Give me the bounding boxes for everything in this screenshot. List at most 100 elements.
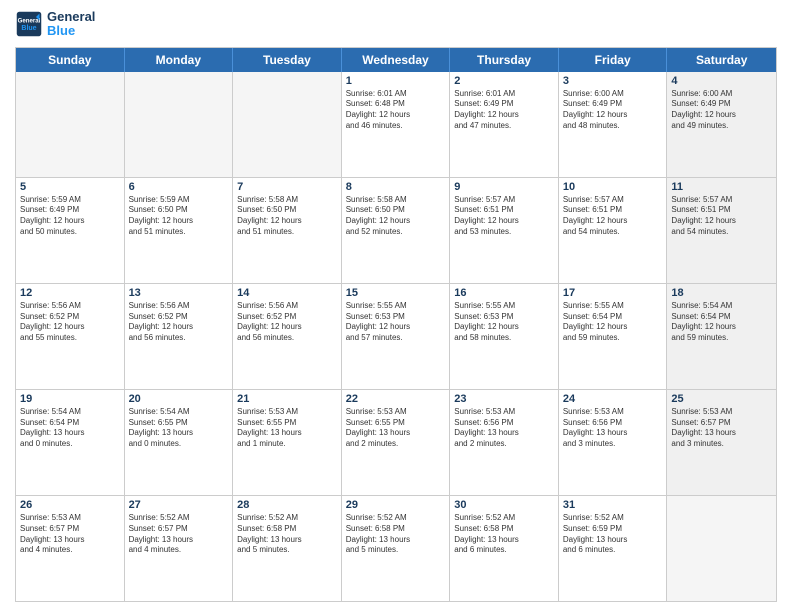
calendar-day-17: 17 Sunrise: 5:55 AM Sunset: 6:54 PM Dayli… (559, 284, 668, 389)
day-number: 15 (346, 287, 446, 299)
calendar-day-12: 12Sunrise: 5:56 AM Sunset: 6:52 PM Dayli… (16, 284, 125, 389)
day-info: Sunrise: 5:57 AM Sunset: 6:51 PM Dayligh… (671, 195, 772, 238)
day-number: 29 (346, 499, 446, 511)
calendar-day-26: 26 Sunrise: 5:53 AM Sunset: 6:57 PM Dayli… (16, 496, 125, 601)
day-number: 23 (454, 393, 554, 405)
weekday-header-monday: Monday (125, 48, 234, 72)
calendar-day-24: 24 Sunrise: 5:53 AM Sunset: 6:56 PM Dayli… (559, 390, 668, 495)
day-info: Sunrise: 5:52 AM Sunset: 6:57 PM Dayligh… (129, 513, 229, 556)
day-info: Sunrise: 5:53 AM Sunset: 6:57 PM Dayligh… (671, 407, 772, 450)
day-number: 9 (454, 181, 554, 193)
day-number: 17 (563, 287, 663, 299)
day-number: 2 (454, 75, 554, 87)
day-number: 27 (129, 499, 229, 511)
day-info: Sunrise: 5:59 AM Sunset: 6:50 PM Dayligh… (129, 195, 229, 238)
calendar-day-4: 4 Sunrise: 6:00 AM Sunset: 6:49 PM Daylig… (667, 72, 776, 177)
day-number: 30 (454, 499, 554, 511)
calendar-day-16: 16Sunrise: 5:55 AM Sunset: 6:53 PM Dayli… (450, 284, 559, 389)
day-info: Sunrise: 5:54 AM Sunset: 6:54 PM Dayligh… (671, 301, 772, 344)
calendar-day-11: 11 Sunrise: 5:57 AM Sunset: 6:51 PM Dayli… (667, 178, 776, 283)
day-number: 22 (346, 393, 446, 405)
calendar-day-1: 1 Sunrise: 6:01 AM Sunset: 6:48 PM Daylig… (342, 72, 451, 177)
svg-text:General: General (18, 18, 41, 25)
logo-line2: Blue (47, 24, 95, 38)
day-info: Sunrise: 5:59 AM Sunset: 6:49 PM Dayligh… (20, 195, 120, 238)
day-info: Sunrise: 5:55 AM Sunset: 6:54 PM Dayligh… (563, 301, 663, 344)
day-info: Sunrise: 5:56 AM Sunset: 6:52 PM Dayligh… (129, 301, 229, 344)
day-info: Sunrise: 5:55 AM Sunset: 6:53 PM Dayligh… (454, 301, 554, 344)
day-number: 25 (671, 393, 772, 405)
logo: General Blue General Blue (15, 10, 95, 39)
calendar-row-3: 19 Sunrise: 5:54 AM Sunset: 6:54 PM Dayli… (16, 389, 776, 495)
day-info: Sunrise: 5:52 AM Sunset: 6:58 PM Dayligh… (346, 513, 446, 556)
day-number: 7 (237, 181, 337, 193)
day-info: Sunrise: 5:57 AM Sunset: 6:51 PM Dayligh… (454, 195, 554, 238)
weekday-header-wednesday: Wednesday (342, 48, 451, 72)
day-number: 4 (671, 75, 772, 87)
day-info: Sunrise: 5:56 AM Sunset: 6:52 PM Dayligh… (20, 301, 120, 344)
day-info: Sunrise: 5:53 AM Sunset: 6:55 PM Dayligh… (346, 407, 446, 450)
calendar-row-0: 1 Sunrise: 6:01 AM Sunset: 6:48 PM Daylig… (16, 72, 776, 177)
day-info: Sunrise: 5:53 AM Sunset: 6:55 PM Dayligh… (237, 407, 337, 450)
day-number: 6 (129, 181, 229, 193)
calendar-day-13: 13 Sunrise: 5:56 AM Sunset: 6:52 PM Dayli… (125, 284, 234, 389)
day-number: 3 (563, 75, 663, 87)
weekday-header-thursday: Thursday (450, 48, 559, 72)
day-number: 19 (20, 393, 120, 405)
svg-text:Blue: Blue (21, 25, 36, 32)
calendar-day-19: 19 Sunrise: 5:54 AM Sunset: 6:54 PM Dayli… (16, 390, 125, 495)
day-info: Sunrise: 5:58 AM Sunset: 6:50 PM Dayligh… (346, 195, 446, 238)
day-info: Sunrise: 6:00 AM Sunset: 6:49 PM Dayligh… (563, 89, 663, 132)
day-info: Sunrise: 6:00 AM Sunset: 6:49 PM Dayligh… (671, 89, 772, 132)
calendar-day-10: 10 Sunrise: 5:57 AM Sunset: 6:51 PM Dayli… (559, 178, 668, 283)
calendar-empty-cell (16, 72, 125, 177)
calendar-day-31: 31 Sunrise: 5:52 AM Sunset: 6:59 PM Dayli… (559, 496, 668, 601)
day-number: 10 (563, 181, 663, 193)
day-info: Sunrise: 5:53 AM Sunset: 6:56 PM Dayligh… (563, 407, 663, 450)
day-info: Sunrise: 5:54 AM Sunset: 6:54 PM Dayligh… (20, 407, 120, 450)
calendar-day-3: 3 Sunrise: 6:00 AM Sunset: 6:49 PM Daylig… (559, 72, 668, 177)
header: General Blue General Blue (15, 10, 777, 39)
weekday-header-friday: Friday (559, 48, 668, 72)
day-info: Sunrise: 5:53 AM Sunset: 6:56 PM Dayligh… (454, 407, 554, 450)
day-info: Sunrise: 5:57 AM Sunset: 6:51 PM Dayligh… (563, 195, 663, 238)
day-number: 31 (563, 499, 663, 511)
calendar-day-15: 15Sunrise: 5:55 AM Sunset: 6:53 PM Dayli… (342, 284, 451, 389)
day-number: 21 (237, 393, 337, 405)
calendar-day-8: 8 Sunrise: 5:58 AM Sunset: 6:50 PM Daylig… (342, 178, 451, 283)
day-number: 1 (346, 75, 446, 87)
calendar-day-7: 7Sunrise: 5:58 AM Sunset: 6:50 PM Daylig… (233, 178, 342, 283)
calendar-empty-cell (233, 72, 342, 177)
day-number: 11 (671, 181, 772, 193)
day-number: 18 (671, 287, 772, 299)
day-number: 13 (129, 287, 229, 299)
day-info: Sunrise: 5:54 AM Sunset: 6:55 PM Dayligh… (129, 407, 229, 450)
calendar-day-22: 22 Sunrise: 5:53 AM Sunset: 6:55 PM Dayli… (342, 390, 451, 495)
calendar-day-25: 25 Sunrise: 5:53 AM Sunset: 6:57 PM Dayli… (667, 390, 776, 495)
calendar-day-23: 23 Sunrise: 5:53 AM Sunset: 6:56 PM Dayli… (450, 390, 559, 495)
page: General Blue General Blue SundayMondayTu… (0, 0, 792, 612)
calendar: SundayMondayTuesdayWednesdayThursdayFrid… (15, 47, 777, 602)
day-info: Sunrise: 5:52 AM Sunset: 6:58 PM Dayligh… (454, 513, 554, 556)
calendar-header: SundayMondayTuesdayWednesdayThursdayFrid… (16, 48, 776, 72)
day-info: Sunrise: 5:56 AM Sunset: 6:52 PM Dayligh… (237, 301, 337, 344)
day-number: 24 (563, 393, 663, 405)
calendar-day-18: 18 Sunrise: 5:54 AM Sunset: 6:54 PM Dayli… (667, 284, 776, 389)
day-number: 8 (346, 181, 446, 193)
day-info: Sunrise: 6:01 AM Sunset: 6:49 PM Dayligh… (454, 89, 554, 132)
weekday-header-saturday: Saturday (667, 48, 776, 72)
calendar-empty-cell (667, 496, 776, 601)
calendar-day-28: 28Sunrise: 5:52 AM Sunset: 6:58 PM Dayli… (233, 496, 342, 601)
weekday-header-tuesday: Tuesday (233, 48, 342, 72)
day-info: Sunrise: 6:01 AM Sunset: 6:48 PM Dayligh… (346, 89, 446, 132)
calendar-day-6: 6 Sunrise: 5:59 AM Sunset: 6:50 PM Daylig… (125, 178, 234, 283)
weekday-header-sunday: Sunday (16, 48, 125, 72)
day-info: Sunrise: 5:53 AM Sunset: 6:57 PM Dayligh… (20, 513, 120, 556)
logo-icon: General Blue (15, 10, 43, 38)
calendar-day-5: 5Sunrise: 5:59 AM Sunset: 6:49 PM Daylig… (16, 178, 125, 283)
day-info: Sunrise: 5:52 AM Sunset: 6:59 PM Dayligh… (563, 513, 663, 556)
calendar-day-30: 30 Sunrise: 5:52 AM Sunset: 6:58 PM Dayli… (450, 496, 559, 601)
calendar-row-1: 5Sunrise: 5:59 AM Sunset: 6:49 PM Daylig… (16, 177, 776, 283)
calendar-day-29: 29 Sunrise: 5:52 AM Sunset: 6:58 PM Dayli… (342, 496, 451, 601)
day-number: 26 (20, 499, 120, 511)
